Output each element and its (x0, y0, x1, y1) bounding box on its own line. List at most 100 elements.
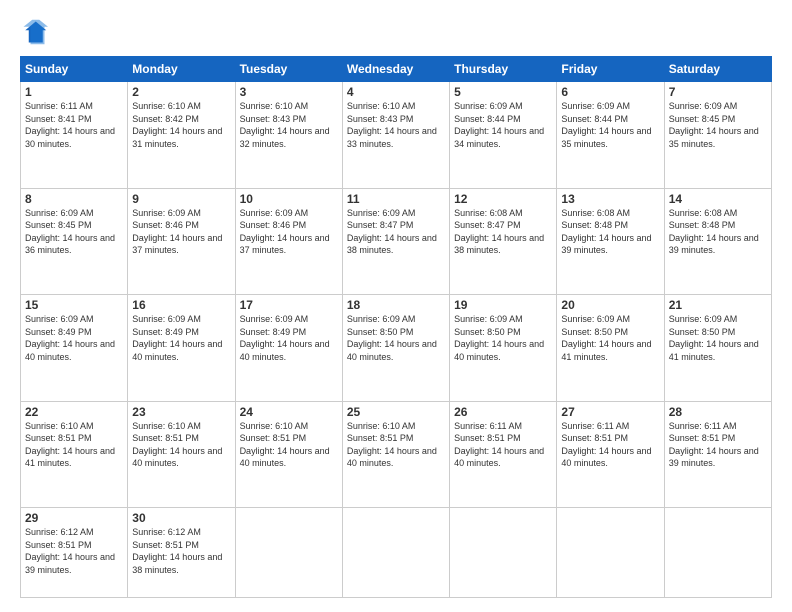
calendar-cell: 22 Sunrise: 6:10 AMSunset: 8:51 PMDaylig… (21, 401, 128, 508)
day-info: Sunrise: 6:09 AMSunset: 8:50 PMDaylight:… (669, 314, 759, 362)
day-number: 3 (240, 85, 338, 99)
calendar-cell: 10 Sunrise: 6:09 AMSunset: 8:46 PMDaylig… (235, 188, 342, 295)
day-number: 4 (347, 85, 445, 99)
calendar-cell: 19 Sunrise: 6:09 AMSunset: 8:50 PMDaylig… (450, 295, 557, 402)
calendar-week-row: 1 Sunrise: 6:11 AMSunset: 8:41 PMDayligh… (21, 82, 772, 189)
day-number: 2 (132, 85, 230, 99)
day-number: 25 (347, 405, 445, 419)
day-number: 16 (132, 298, 230, 312)
day-number: 23 (132, 405, 230, 419)
day-info: Sunrise: 6:10 AMSunset: 8:42 PMDaylight:… (132, 101, 222, 149)
day-number: 9 (132, 192, 230, 206)
calendar-cell (235, 508, 342, 598)
calendar-header-friday: Friday (557, 57, 664, 82)
day-info: Sunrise: 6:09 AMSunset: 8:46 PMDaylight:… (240, 208, 330, 256)
calendar-cell: 9 Sunrise: 6:09 AMSunset: 8:46 PMDayligh… (128, 188, 235, 295)
calendar-header-sunday: Sunday (21, 57, 128, 82)
day-info: Sunrise: 6:09 AMSunset: 8:44 PMDaylight:… (454, 101, 544, 149)
calendar-header-wednesday: Wednesday (342, 57, 449, 82)
calendar-header-row: SundayMondayTuesdayWednesdayThursdayFrid… (21, 57, 772, 82)
calendar-cell: 23 Sunrise: 6:10 AMSunset: 8:51 PMDaylig… (128, 401, 235, 508)
calendar-cell: 30 Sunrise: 6:12 AMSunset: 8:51 PMDaylig… (128, 508, 235, 598)
day-info: Sunrise: 6:08 AMSunset: 8:48 PMDaylight:… (669, 208, 759, 256)
day-info: Sunrise: 6:10 AMSunset: 8:51 PMDaylight:… (132, 421, 222, 469)
calendar-cell: 24 Sunrise: 6:10 AMSunset: 8:51 PMDaylig… (235, 401, 342, 508)
day-info: Sunrise: 6:12 AMSunset: 8:51 PMDaylight:… (132, 527, 222, 575)
day-number: 8 (25, 192, 123, 206)
day-number: 10 (240, 192, 338, 206)
calendar-cell: 2 Sunrise: 6:10 AMSunset: 8:42 PMDayligh… (128, 82, 235, 189)
day-number: 30 (132, 511, 230, 525)
day-number: 5 (454, 85, 552, 99)
day-info: Sunrise: 6:11 AMSunset: 8:51 PMDaylight:… (454, 421, 544, 469)
day-number: 21 (669, 298, 767, 312)
day-number: 20 (561, 298, 659, 312)
calendar-header-monday: Monday (128, 57, 235, 82)
logo (20, 18, 52, 46)
logo-icon (20, 18, 48, 46)
day-info: Sunrise: 6:09 AMSunset: 8:49 PMDaylight:… (240, 314, 330, 362)
day-info: Sunrise: 6:09 AMSunset: 8:49 PMDaylight:… (25, 314, 115, 362)
day-number: 11 (347, 192, 445, 206)
day-info: Sunrise: 6:11 AMSunset: 8:41 PMDaylight:… (25, 101, 115, 149)
calendar-cell: 28 Sunrise: 6:11 AMSunset: 8:51 PMDaylig… (664, 401, 771, 508)
calendar-cell: 26 Sunrise: 6:11 AMSunset: 8:51 PMDaylig… (450, 401, 557, 508)
day-info: Sunrise: 6:09 AMSunset: 8:45 PMDaylight:… (25, 208, 115, 256)
day-info: Sunrise: 6:09 AMSunset: 8:46 PMDaylight:… (132, 208, 222, 256)
day-info: Sunrise: 6:10 AMSunset: 8:43 PMDaylight:… (240, 101, 330, 149)
day-info: Sunrise: 6:12 AMSunset: 8:51 PMDaylight:… (25, 527, 115, 575)
calendar-cell (450, 508, 557, 598)
day-number: 1 (25, 85, 123, 99)
day-number: 19 (454, 298, 552, 312)
day-info: Sunrise: 6:09 AMSunset: 8:49 PMDaylight:… (132, 314, 222, 362)
day-info: Sunrise: 6:11 AMSunset: 8:51 PMDaylight:… (669, 421, 759, 469)
day-number: 12 (454, 192, 552, 206)
calendar-cell: 4 Sunrise: 6:10 AMSunset: 8:43 PMDayligh… (342, 82, 449, 189)
day-info: Sunrise: 6:08 AMSunset: 8:47 PMDaylight:… (454, 208, 544, 256)
calendar-week-row: 8 Sunrise: 6:09 AMSunset: 8:45 PMDayligh… (21, 188, 772, 295)
calendar-cell: 5 Sunrise: 6:09 AMSunset: 8:44 PMDayligh… (450, 82, 557, 189)
calendar-week-row: 22 Sunrise: 6:10 AMSunset: 8:51 PMDaylig… (21, 401, 772, 508)
day-number: 13 (561, 192, 659, 206)
day-number: 26 (454, 405, 552, 419)
calendar-cell (664, 508, 771, 598)
day-info: Sunrise: 6:10 AMSunset: 8:51 PMDaylight:… (347, 421, 437, 469)
day-number: 22 (25, 405, 123, 419)
calendar-cell (557, 508, 664, 598)
day-info: Sunrise: 6:09 AMSunset: 8:50 PMDaylight:… (561, 314, 651, 362)
day-number: 6 (561, 85, 659, 99)
calendar-header-thursday: Thursday (450, 57, 557, 82)
calendar-cell: 6 Sunrise: 6:09 AMSunset: 8:44 PMDayligh… (557, 82, 664, 189)
day-number: 18 (347, 298, 445, 312)
day-info: Sunrise: 6:08 AMSunset: 8:48 PMDaylight:… (561, 208, 651, 256)
calendar-cell: 1 Sunrise: 6:11 AMSunset: 8:41 PMDayligh… (21, 82, 128, 189)
calendar-week-row: 15 Sunrise: 6:09 AMSunset: 8:49 PMDaylig… (21, 295, 772, 402)
calendar-cell: 13 Sunrise: 6:08 AMSunset: 8:48 PMDaylig… (557, 188, 664, 295)
calendar-cell: 18 Sunrise: 6:09 AMSunset: 8:50 PMDaylig… (342, 295, 449, 402)
calendar-cell: 17 Sunrise: 6:09 AMSunset: 8:49 PMDaylig… (235, 295, 342, 402)
calendar-cell: 27 Sunrise: 6:11 AMSunset: 8:51 PMDaylig… (557, 401, 664, 508)
day-info: Sunrise: 6:11 AMSunset: 8:51 PMDaylight:… (561, 421, 651, 469)
day-number: 28 (669, 405, 767, 419)
day-number: 29 (25, 511, 123, 525)
calendar-cell: 7 Sunrise: 6:09 AMSunset: 8:45 PMDayligh… (664, 82, 771, 189)
day-info: Sunrise: 6:10 AMSunset: 8:51 PMDaylight:… (240, 421, 330, 469)
calendar-cell: 11 Sunrise: 6:09 AMSunset: 8:47 PMDaylig… (342, 188, 449, 295)
day-info: Sunrise: 6:09 AMSunset: 8:44 PMDaylight:… (561, 101, 651, 149)
calendar-cell: 8 Sunrise: 6:09 AMSunset: 8:45 PMDayligh… (21, 188, 128, 295)
day-number: 17 (240, 298, 338, 312)
calendar-cell: 20 Sunrise: 6:09 AMSunset: 8:50 PMDaylig… (557, 295, 664, 402)
page: SundayMondayTuesdayWednesdayThursdayFrid… (0, 0, 792, 612)
calendar-week-row: 29 Sunrise: 6:12 AMSunset: 8:51 PMDaylig… (21, 508, 772, 598)
calendar-cell: 29 Sunrise: 6:12 AMSunset: 8:51 PMDaylig… (21, 508, 128, 598)
day-number: 27 (561, 405, 659, 419)
day-info: Sunrise: 6:09 AMSunset: 8:47 PMDaylight:… (347, 208, 437, 256)
day-info: Sunrise: 6:10 AMSunset: 8:43 PMDaylight:… (347, 101, 437, 149)
day-number: 14 (669, 192, 767, 206)
header (20, 18, 772, 46)
calendar-cell: 15 Sunrise: 6:09 AMSunset: 8:49 PMDaylig… (21, 295, 128, 402)
day-number: 15 (25, 298, 123, 312)
calendar-cell (342, 508, 449, 598)
calendar-cell: 21 Sunrise: 6:09 AMSunset: 8:50 PMDaylig… (664, 295, 771, 402)
calendar-cell: 14 Sunrise: 6:08 AMSunset: 8:48 PMDaylig… (664, 188, 771, 295)
